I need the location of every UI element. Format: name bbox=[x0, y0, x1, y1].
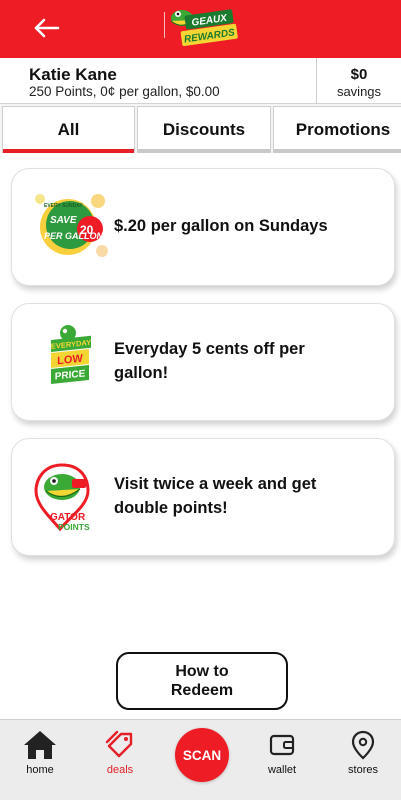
nav-label: deals bbox=[106, 764, 134, 776]
tab-label: All bbox=[57, 120, 80, 139]
how-to-redeem-button[interactable]: How to Redeem bbox=[116, 652, 288, 710]
gator-points-logo: GATOR POINTS bbox=[32, 459, 108, 535]
tab-selected-indicator bbox=[3, 149, 134, 153]
tab-label: Promotions bbox=[295, 120, 391, 139]
tab-indicator bbox=[138, 149, 270, 153]
svg-text:LOW: LOW bbox=[57, 353, 83, 368]
save-20-per-gallon-badge: EVERY SUNDAY SAVE 20 PER GALLON bbox=[32, 189, 108, 265]
app-header: GEAUX REWARDS bbox=[0, 0, 401, 58]
nav-label: stores bbox=[348, 764, 378, 776]
nav-stores[interactable]: stores bbox=[333, 730, 393, 776]
nav-label: wallet bbox=[267, 764, 297, 776]
filter-tabs: All Discounts Promotions bbox=[0, 104, 401, 153]
bottom-navigation: home deals SCAN wallet stores bbox=[0, 719, 401, 800]
location-pin-icon bbox=[351, 730, 375, 760]
tag-icon bbox=[105, 730, 133, 758]
offer-text: Everyday 5 cents off per gallon! bbox=[114, 340, 305, 382]
offer-text: $.20 per gallon on Sundays bbox=[114, 217, 328, 236]
redeem-button-line2: Redeem bbox=[170, 682, 234, 699]
nav-label: home bbox=[26, 764, 54, 776]
back-button[interactable] bbox=[30, 11, 64, 45]
home-icon bbox=[24, 731, 56, 759]
tab-discounts[interactable]: Discounts bbox=[137, 106, 271, 153]
user-info-bar: Katie Kane 250 Points, 0¢ per gallon, $0… bbox=[0, 58, 401, 104]
offer-text: Visit twice a week and get double points… bbox=[114, 475, 317, 517]
svg-text:SAVE: SAVE bbox=[50, 215, 77, 226]
offer-card-double-points[interactable]: GATOR POINTS Visit twice a week and get … bbox=[11, 438, 395, 556]
nav-wallet[interactable]: wallet bbox=[252, 730, 312, 776]
svg-text:PER GALLON: PER GALLON bbox=[44, 231, 104, 241]
nav-deals[interactable]: deals bbox=[90, 730, 150, 776]
offer-card-everyday-discount[interactable]: EVERYDAY LOW PRICE Everyday 5 cents off … bbox=[11, 303, 395, 421]
savings-label: savings bbox=[336, 84, 382, 99]
offer-card-sunday-savings[interactable]: EVERY SUNDAY SAVE 20 PER GALLON $.20 per… bbox=[11, 168, 395, 286]
user-points-summary: 250 Points, 0¢ per gallon, $0.00 bbox=[29, 84, 220, 99]
tab-all[interactable]: All bbox=[2, 106, 135, 153]
wallet-icon bbox=[269, 734, 295, 756]
redeem-button-line1: How to bbox=[175, 662, 229, 680]
nav-home[interactable]: home bbox=[10, 730, 70, 776]
tab-indicator bbox=[274, 149, 401, 153]
svg-text:EVERY SUNDAY: EVERY SUNDAY bbox=[44, 203, 83, 209]
user-name: Katie Kane bbox=[29, 65, 117, 84]
svg-text:POINTS: POINTS bbox=[58, 522, 90, 532]
scan-button[interactable]: SCAN bbox=[175, 728, 229, 782]
geaux-rewards-logo: GEAUX REWARDS bbox=[164, 4, 238, 54]
everyday-low-price-badge: EVERYDAY LOW PRICE bbox=[32, 324, 108, 400]
savings-box: $0 savings bbox=[316, 58, 401, 104]
arrow-left-icon bbox=[34, 18, 60, 38]
tab-promotions[interactable]: Promotions bbox=[273, 106, 401, 153]
savings-amount: $0 bbox=[350, 66, 368, 83]
tab-label: Discounts bbox=[162, 120, 246, 139]
